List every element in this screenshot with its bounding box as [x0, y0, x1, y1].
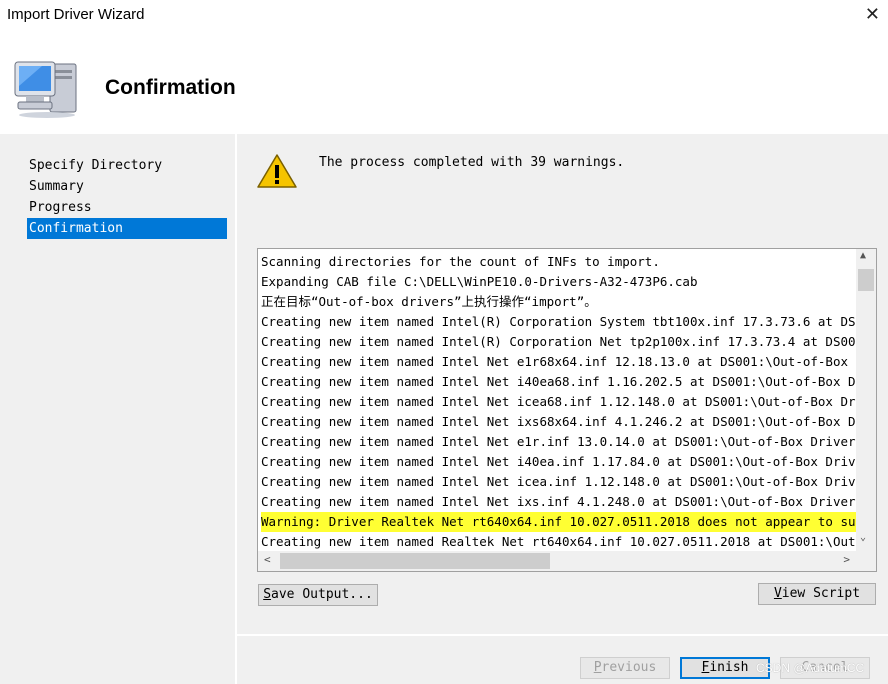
nav-step-progress[interactable]: Progress — [27, 197, 227, 218]
log-line: Creating new item named Intel Net e1r68x… — [261, 354, 848, 369]
nav-step-specify-directory[interactable]: Specify Directory — [27, 155, 227, 176]
log-line: Creating new item named Intel Net icea.i… — [261, 474, 856, 489]
previous-mnemonic: P — [593, 660, 602, 675]
log-line-warning: Warning: Driver Realtek Net rt640x64.inf… — [261, 512, 856, 532]
close-icon[interactable]: ✕ — [865, 4, 880, 25]
vertical-scrollbar[interactable]: ▲ ⌄ — [856, 249, 876, 553]
computer-icon — [14, 61, 77, 118]
log-line: Creating new item named Intel Net ixs68x… — [261, 414, 856, 429]
nav-step-summary[interactable]: Summary — [27, 176, 227, 197]
log-line: Creating new item named Intel Net i40ea.… — [261, 454, 856, 469]
scroll-up-icon[interactable]: ▲ — [860, 250, 866, 261]
previous-label: revious — [601, 660, 657, 675]
log-line: Creating new item named Intel Net icea68… — [261, 394, 856, 409]
log-line: Expanding CAB file C:\DELL\WinPE10.0-Dri… — [261, 274, 698, 289]
save-output-label: ave Output... — [271, 587, 373, 602]
nav-step-confirmation[interactable]: Confirmation — [27, 218, 227, 239]
save-output-button[interactable]: Save Output... — [258, 584, 378, 606]
log-line: Creating new item named Intel(R) Corpora… — [261, 334, 856, 349]
log-lines: Scanning directories for the count of IN… — [261, 252, 856, 552]
vertical-scroll-thumb[interactable] — [858, 269, 874, 291]
view-script-button[interactable]: View Script — [758, 583, 876, 605]
scroll-left-icon[interactable]: < — [264, 553, 271, 566]
finish-label: inish — [709, 660, 749, 675]
log-line: Scanning directories for the count of IN… — [261, 254, 660, 269]
horizontal-scrollbar[interactable]: < > — [258, 551, 876, 571]
status-message: The process completed with 39 warnings. — [319, 155, 625, 170]
wizard-header: Confirmation — [0, 34, 888, 134]
window-title: Import Driver Wizard — [7, 6, 145, 23]
output-log[interactable]: Scanning directories for the count of IN… — [257, 248, 877, 572]
log-line: Creating new item named Intel Net e1r.in… — [261, 434, 856, 449]
save-output-mnemonic: S — [263, 587, 272, 602]
wizard-steps-nav: Specify Directory Summary Progress Confi… — [0, 134, 235, 684]
log-line: Creating new item named Intel(R) Corpora… — [261, 314, 856, 329]
view-script-mnemonic: V — [773, 586, 782, 601]
watermark: CSDN @AdatumCC — [756, 661, 865, 675]
horizontal-scroll-thumb[interactable] — [280, 553, 550, 569]
title-bar: Import Driver Wizard ✕ — [0, 0, 888, 34]
scroll-down-icon[interactable]: ⌄ — [860, 532, 866, 543]
log-line: Creating new item named Intel Net i40ea6… — [261, 374, 856, 389]
scroll-right-icon[interactable]: > — [843, 553, 850, 566]
log-line: Creating new item named Intel Net ixs.in… — [261, 494, 856, 509]
page-title: Confirmation — [105, 76, 236, 99]
log-line: 正在目标“Out-of-box drivers”上执行操作“import”。 — [261, 294, 597, 309]
previous-button[interactable]: Previous — [580, 657, 670, 679]
footer-divider — [237, 634, 888, 636]
log-line: Creating new item named Realtek Net rt64… — [261, 534, 856, 549]
view-script-label: iew Script — [781, 586, 861, 601]
warning-icon — [257, 154, 297, 188]
